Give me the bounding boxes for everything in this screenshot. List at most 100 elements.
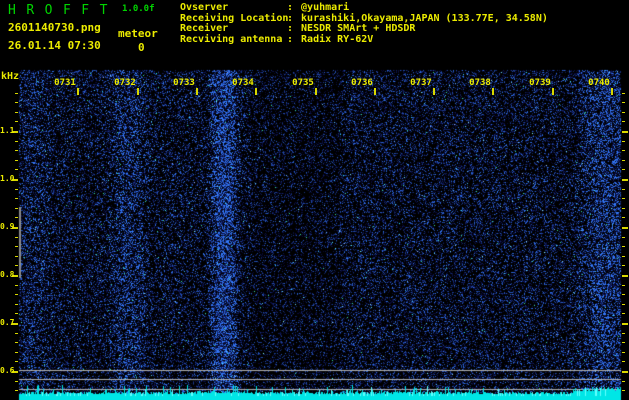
freq-tick-left [15, 265, 18, 266]
time-tick-label: 0734 [232, 78, 254, 88]
hrofft-window: HROFFT 1.0.0f 2601140730.png meteor 26.0… [0, 0, 629, 400]
freq-tick-label: 0.9 [0, 222, 15, 231]
freq-tick-left [15, 256, 18, 257]
freq-tick-right [622, 121, 625, 122]
freq-tick-left [15, 390, 18, 391]
freq-tick-left [15, 150, 18, 151]
freq-tick-left [15, 93, 18, 94]
freq-tick-right [622, 150, 625, 151]
observer-info-block: Ovserver: @yuhmari Receiving Location: kura… [180, 2, 548, 45]
time-tick-label: 0733 [173, 78, 195, 88]
time-tick [315, 88, 317, 95]
app-version: 1.0.0f [122, 4, 155, 14]
freq-tick-right [622, 352, 625, 353]
time-tick-label: 0736 [351, 78, 373, 88]
observer-info-row: Recviving antenna: Radix RY-62V [180, 34, 548, 45]
freq-tick-left [15, 160, 18, 161]
freq-tick-left [15, 381, 18, 382]
time-tick [492, 88, 494, 95]
freq-tick-right [622, 381, 625, 382]
freq-tick-left [15, 352, 18, 353]
freq-tick-right [622, 102, 625, 103]
freq-tick-right [622, 141, 625, 142]
observer-info-row: Receiving Location: kurashiki,Okayama,JAP… [180, 13, 548, 24]
observation-datetime: 26.01.14 07:30 [8, 39, 101, 52]
freq-tick-left [15, 333, 18, 334]
freq-tick-right [622, 275, 628, 277]
freq-tick-right [622, 246, 625, 247]
freq-tick-right [622, 285, 625, 286]
info-value: @yuhmari [301, 2, 350, 13]
freq-tick-left [15, 304, 18, 305]
freq-tick-left [15, 189, 18, 190]
time-tick [552, 88, 554, 95]
observer-info-row: Ovserver: @yuhmari [180, 2, 548, 13]
freq-tick-right [622, 304, 625, 305]
mode-label: meteor [118, 27, 158, 40]
freq-tick-left [15, 198, 18, 199]
freq-tick-right [622, 160, 625, 161]
freq-tick-right [622, 112, 625, 113]
freq-tick-right [622, 390, 625, 391]
time-tick-label: 0739 [529, 78, 551, 88]
freq-tick-right [622, 333, 625, 334]
freq-tick-right [622, 208, 625, 209]
time-tick-label: 0732 [114, 78, 136, 88]
meteor-echo-count: 0 [138, 41, 145, 54]
freq-tick-left [15, 102, 18, 103]
freq-tick-right [622, 265, 625, 266]
info-label: Recviving antenna [180, 34, 283, 46]
info-value: kurashiki,Okayama,JAPAN (133.77E, 34.58N… [301, 12, 548, 24]
freq-tick-right [622, 313, 625, 314]
info-value: Radix RY-62V [301, 34, 374, 46]
freq-tick-right [622, 189, 625, 190]
info-value: NESDR SMArt + HDSDR [301, 23, 416, 35]
time-tick [77, 88, 79, 95]
freq-tick-right [622, 217, 625, 218]
freq-tick-left [15, 342, 18, 343]
freq-tick-left [15, 361, 18, 362]
freq-tick-right [622, 93, 625, 94]
info-label: Ovserver [180, 2, 229, 13]
freq-tick-right [622, 323, 628, 325]
freq-tick-left [15, 169, 18, 170]
freq-tick-label: 0.8 [0, 270, 15, 279]
freq-tick-right [622, 169, 625, 170]
freq-tick-left [15, 246, 18, 247]
freq-tick-label: 1.1 [0, 126, 15, 135]
time-tick-label: 0737 [410, 78, 432, 88]
freq-tick-right [622, 179, 628, 181]
freq-tick-left [15, 217, 18, 218]
info-colon: : [287, 34, 294, 46]
info-colon: : [287, 12, 294, 24]
time-tick [137, 88, 139, 95]
time-tick-label: 0738 [469, 78, 491, 88]
freq-tick-right [622, 198, 625, 199]
freq-tick-left [15, 237, 18, 238]
time-tick [611, 88, 613, 95]
info-label: Receiver [180, 23, 229, 35]
time-tick [433, 88, 435, 95]
freq-axis-unit: kHz [1, 71, 20, 82]
output-filename: 2601140730.png [8, 21, 101, 34]
info-colon: : [287, 23, 294, 35]
time-tick [255, 88, 257, 95]
time-tick-label: 0731 [54, 78, 76, 88]
freq-tick-left [15, 313, 18, 314]
freq-tick-right [622, 237, 625, 238]
freq-tick-right [622, 294, 625, 295]
freq-tick-left [15, 294, 18, 295]
freq-tick-right [622, 131, 628, 133]
freq-tick-label: 0.6 [0, 366, 15, 375]
info-colon: : [287, 2, 294, 13]
app-title: HROFFT [8, 3, 118, 18]
freq-tick-right [622, 361, 625, 362]
freq-tick-left [15, 112, 18, 113]
time-tick-label: 0735 [292, 78, 314, 88]
observer-info-row: Receiver: NESDR SMArt + HDSDR [180, 23, 548, 34]
freq-tick-label: 0.7 [0, 318, 15, 327]
freq-tick-left [15, 208, 18, 209]
freq-tick-left [15, 141, 18, 142]
freq-tick-label: 1.0 [0, 174, 15, 183]
spectrogram-canvas [0, 0, 629, 400]
